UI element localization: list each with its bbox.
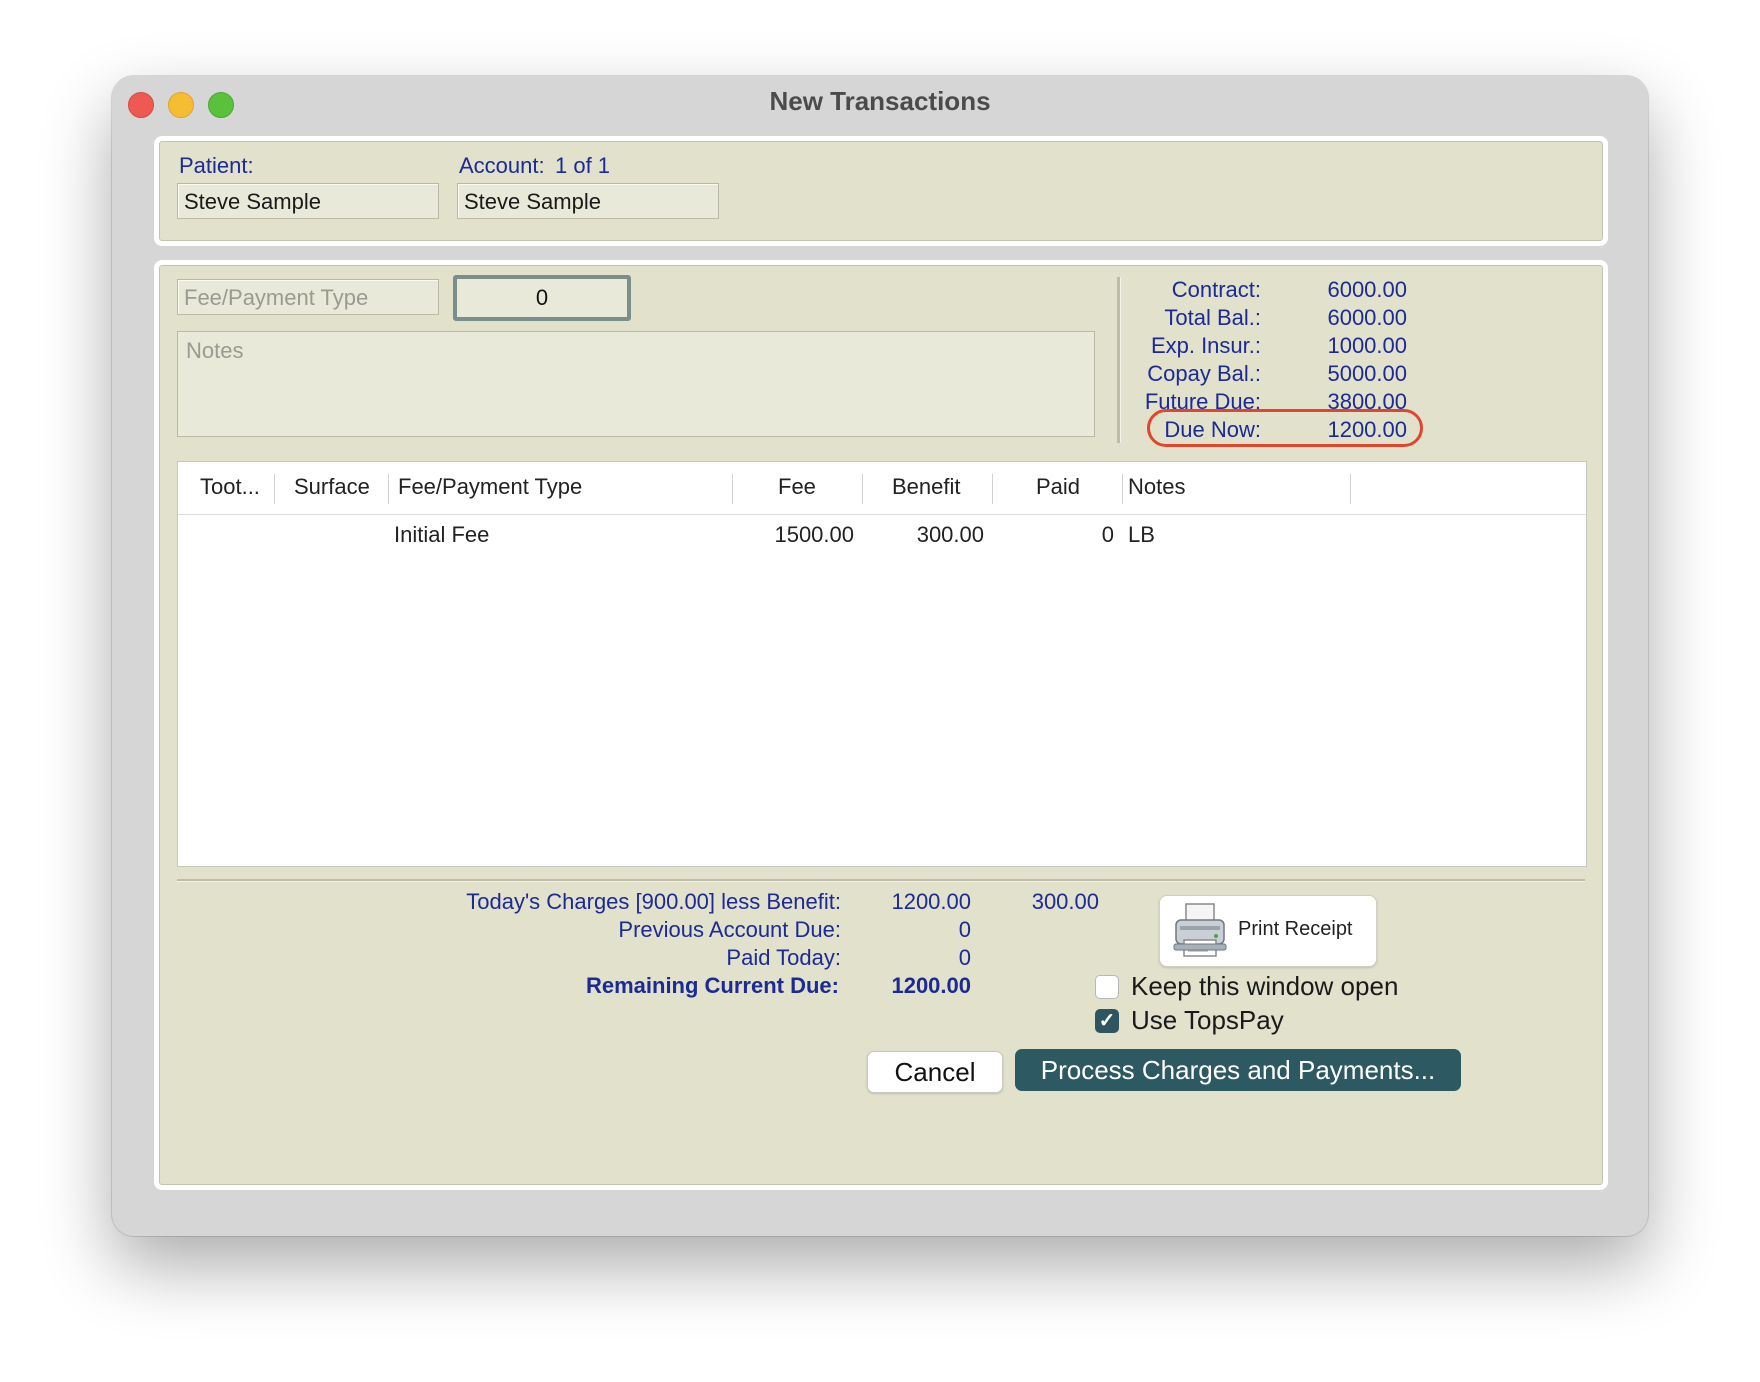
cell-fee: 1500.00 bbox=[774, 522, 854, 547]
col-header-fee[interactable]: Fee bbox=[778, 474, 816, 500]
keep-window-open-checkbox[interactable] bbox=[1095, 975, 1119, 999]
contract-value: 6000.00 bbox=[1327, 277, 1407, 302]
transactions-table[interactable]: Toot... Surface Fee/Payment Type Fee Ben… bbox=[177, 461, 1587, 867]
use-topspay-label: Use TopsPay bbox=[1131, 1005, 1284, 1035]
remaining-current-due-label: Remaining Current Due: bbox=[585, 973, 839, 998]
col-header-benefit[interactable]: Benefit bbox=[892, 474, 961, 500]
expected-insurance-value: 1000.00 bbox=[1327, 333, 1407, 358]
contract-label: Contract: bbox=[1171, 277, 1261, 302]
new-transactions-window: New Transactions Patient: Steve Sample A… bbox=[112, 76, 1648, 1236]
col-separator bbox=[1122, 474, 1123, 504]
total-balance-label: Total Bal.: bbox=[1164, 305, 1261, 330]
patient-label: Patient: bbox=[179, 153, 254, 178]
printer-icon bbox=[1172, 902, 1228, 965]
cancel-button[interactable]: Cancel bbox=[867, 1051, 1003, 1093]
patient-name-field[interactable]: Steve Sample bbox=[177, 183, 439, 219]
window-title: New Transactions bbox=[769, 86, 991, 116]
col-header-notes[interactable]: Notes bbox=[1128, 474, 1185, 500]
copay-balance-value: 5000.00 bbox=[1327, 361, 1407, 386]
col-separator bbox=[274, 474, 275, 504]
cell-benefit: 300.00 bbox=[916, 522, 984, 547]
process-charges-button[interactable]: Process Charges and Payments... bbox=[1015, 1049, 1461, 1091]
paid-today-value: 0 bbox=[958, 945, 971, 970]
notes-field[interactable]: Notes bbox=[177, 331, 1095, 437]
cell-paid: 0 bbox=[1101, 522, 1114, 547]
use-topspay-checkbox[interactable]: ✓ bbox=[1095, 1009, 1119, 1033]
remaining-current-due-value: 1200.00 bbox=[891, 973, 971, 998]
col-separator bbox=[388, 474, 389, 504]
cell-notes: LB bbox=[1128, 522, 1155, 547]
col-header-surface[interactable]: Surface bbox=[294, 474, 370, 500]
due-now-highlight bbox=[1147, 409, 1423, 447]
cell-fee-payment-type: Initial Fee bbox=[394, 522, 490, 547]
totals-divider bbox=[177, 879, 1585, 882]
col-separator bbox=[992, 474, 993, 504]
paid-today-label: Paid Today: bbox=[726, 945, 841, 970]
keep-window-open-label: Keep this window open bbox=[1131, 971, 1399, 1001]
table-header-divider bbox=[178, 514, 1586, 515]
transactions-panel: Fee/Payment Type 0 Notes Contract: 6000.… bbox=[154, 260, 1608, 1190]
col-separator bbox=[732, 474, 733, 504]
print-receipt-label: Print Receipt bbox=[1238, 918, 1353, 940]
amount-field[interactable]: 0 bbox=[453, 275, 631, 321]
account-index: 1 of 1 bbox=[555, 153, 611, 178]
col-header-tooth[interactable]: Toot... bbox=[200, 474, 260, 500]
checkmark-icon: ✓ bbox=[1098, 1010, 1116, 1032]
fee-payment-type-field[interactable]: Fee/Payment Type bbox=[177, 279, 439, 315]
account-label: Account: bbox=[459, 153, 545, 178]
todays-charges-value: 1200.00 bbox=[891, 889, 971, 914]
patient-account-panel: Patient: Steve Sample Account: 1 of 1 St… bbox=[154, 136, 1608, 246]
previous-account-due-label: Previous Account Due: bbox=[618, 917, 841, 942]
total-balance-value: 6000.00 bbox=[1327, 305, 1407, 330]
col-separator bbox=[862, 474, 863, 504]
account-name-field[interactable]: Steve Sample bbox=[457, 183, 719, 219]
expected-insurance-label: Exp. Insur.: bbox=[1150, 333, 1261, 358]
previous-account-due-value: 0 bbox=[958, 917, 971, 942]
col-header-fee-payment-type[interactable]: Fee/Payment Type bbox=[398, 474, 582, 500]
todays-benefit-value: 300.00 bbox=[1031, 889, 1099, 914]
todays-charges-label: Today's Charges [900.00] less Benefit: bbox=[466, 889, 841, 914]
copay-balance-label: Copay Bal.: bbox=[1147, 361, 1261, 386]
col-separator bbox=[1350, 474, 1351, 504]
print-receipt-button[interactable]: Print Receipt bbox=[1159, 895, 1377, 967]
col-header-paid[interactable]: Paid bbox=[1036, 474, 1080, 500]
